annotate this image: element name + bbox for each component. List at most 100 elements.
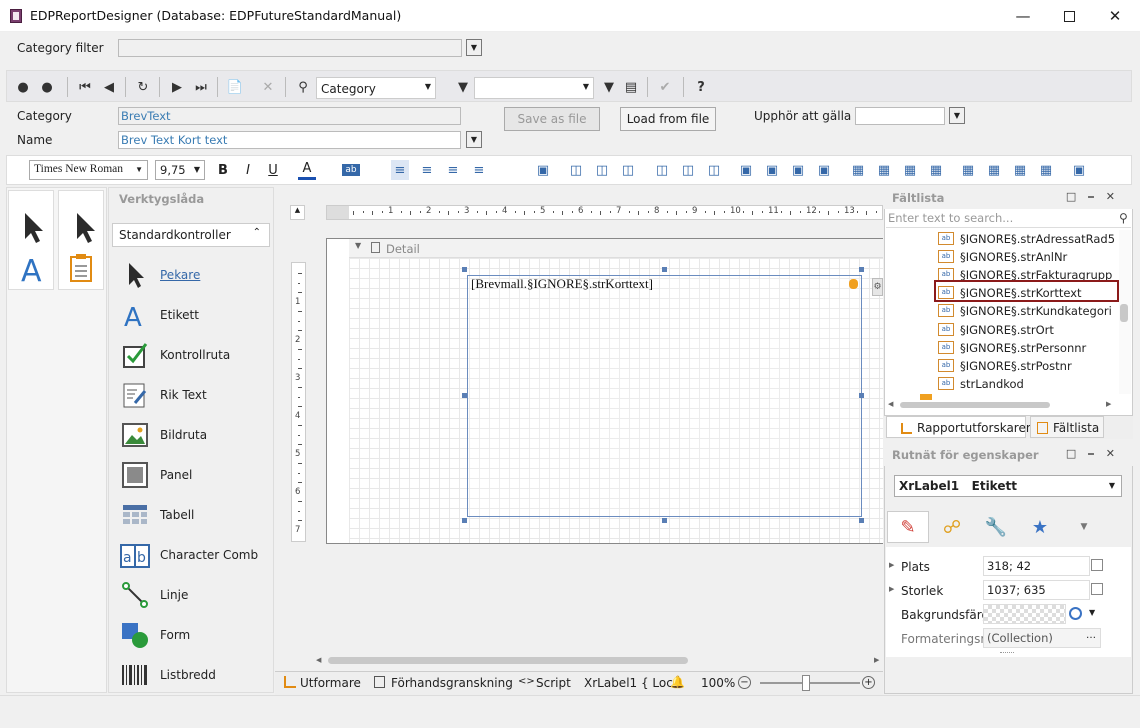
more-tabs-icon[interactable]: ▼ [1063, 511, 1105, 543]
expand-icon[interactable]: ▶ [889, 561, 894, 569]
selected-control-combo[interactable]: XrLabel1 Etikett ▼ [894, 475, 1122, 497]
resize-handle[interactable] [662, 267, 667, 272]
resize-handle[interactable] [859, 518, 864, 523]
property-row[interactable]: ▶ Plats 318; 42 [886, 555, 1131, 579]
chevron-down-icon[interactable]: ▼ [1089, 608, 1095, 617]
align-middles-icon[interactable]: ◫ [679, 160, 697, 180]
toolbox-group-header[interactable]: Standardkontroller ⌃ [112, 223, 270, 247]
last-record-icon[interactable]: ⏭ [191, 77, 211, 97]
edit-check-icon[interactable]: ✔ [655, 77, 675, 97]
category-field[interactable]: BrevText [118, 107, 461, 125]
field-list-item[interactable]: ab §IGNORE§.strAdressatRad5 [938, 230, 1118, 248]
toolbox-item-table[interactable]: Tabell [120, 500, 270, 540]
panel-controls-icon[interactable]: □⎯✕ [1066, 447, 1127, 461]
field-list-item[interactable]: ab §IGNORE§.strAnlNr [938, 248, 1118, 266]
category-filter-input[interactable] [118, 39, 462, 57]
toolbox-item-barcode[interactable]: Listbredd [120, 660, 270, 700]
scroll-right-icon[interactable]: ▶ [1106, 400, 1111, 408]
resize-handle[interactable] [859, 267, 864, 272]
load-from-file-button[interactable]: Load from file [620, 107, 716, 131]
align-right-icon[interactable]: ≡ [444, 160, 462, 180]
help-icon[interactable]: ? [691, 77, 711, 97]
field-list-item[interactable]: ab strLandkod [938, 375, 1118, 393]
ellipsis-button[interactable] [1091, 583, 1103, 595]
property-value[interactable] [983, 604, 1066, 624]
toolbox-item-label[interactable]: A Etikett [120, 300, 270, 340]
hspace-remove-icon[interactable]: ▦ [927, 160, 945, 180]
vspace-dec-icon[interactable]: ▦ [1011, 160, 1029, 180]
db-save-icon[interactable]: ● [37, 77, 57, 97]
zoom-out-icon[interactable]: − [738, 676, 751, 689]
toolbox-item-line[interactable]: Linje [120, 580, 270, 620]
tab-report-explorer[interactable]: Rapportutforskaren [886, 416, 1033, 438]
delete-icon[interactable]: ✕ [258, 77, 278, 97]
toolbox-item-panel[interactable]: Panel [120, 460, 270, 500]
property-value[interactable]: (Collection) [983, 628, 1101, 648]
toolbox-item-character-comb[interactable]: a b Character Comb [120, 540, 270, 580]
resize-handle[interactable] [462, 267, 467, 272]
chevron-down-icon[interactable]: ▼ [466, 131, 482, 148]
property-value[interactable]: 1037; 635 [983, 580, 1090, 600]
color-picker-icon[interactable] [1069, 607, 1082, 620]
smart-tag-icon[interactable]: ⚙ [872, 278, 883, 296]
toolbox-item-checkbox[interactable]: Kontrollruta [120, 340, 270, 380]
close-button[interactable]: ✕ [1092, 0, 1138, 32]
bold-button[interactable]: B [214, 160, 232, 180]
ellipsis-button[interactable] [1091, 559, 1103, 571]
resize-grip[interactable] [1000, 652, 1014, 654]
first-record-icon[interactable]: ⏮ [75, 77, 95, 97]
db-icon[interactable]: ● [13, 77, 33, 97]
italic-button[interactable]: I [239, 160, 257, 180]
print-icon[interactable]: ▤ [621, 77, 641, 97]
panel-controls-icon[interactable]: □⎯✕ [1066, 190, 1127, 204]
tab-preview[interactable]: Förhandsgranskning [391, 676, 513, 690]
detail-band-header[interactable]: ▼ Detail [349, 239, 883, 258]
field-list-item[interactable]: ab §IGNORE§.strOrt [938, 321, 1118, 339]
font-color-icon[interactable]: A [298, 160, 316, 180]
hspace-dec-icon[interactable]: ▦ [901, 160, 919, 180]
field-list-item[interactable]: ab §IGNORE§.strKundkategori [938, 302, 1118, 320]
tab-field-list[interactable]: Fältlista [1030, 416, 1104, 438]
appearance-tab-icon[interactable]: ✎ [887, 511, 929, 543]
align-to-grid-icon[interactable]: ▣ [534, 160, 552, 180]
refresh-icon[interactable]: ↻ [133, 77, 153, 97]
toolbox-item-shape[interactable]: Form [120, 620, 270, 660]
save-as-file-button[interactable]: Save as file [504, 107, 600, 131]
align-centers-icon[interactable]: ◫ [593, 160, 611, 180]
field-list-hscroll[interactable] [900, 402, 1050, 408]
toolbox-item-richtext[interactable]: Rik Text [120, 380, 270, 420]
vspace-equal-icon[interactable]: ▦ [959, 160, 977, 180]
same-size-icon[interactable]: ▣ [815, 160, 833, 180]
underline-button[interactable]: U [264, 160, 282, 180]
horizontal-scrollbar[interactable] [328, 657, 688, 664]
zoom-slider[interactable] [760, 682, 860, 684]
resize-handle[interactable] [462, 518, 467, 523]
collapse-icon[interactable]: ▼ [355, 241, 361, 250]
center-horizontally-icon[interactable]: ▣ [1070, 160, 1088, 180]
next-record-icon[interactable]: ▶ [167, 77, 187, 97]
toolbox-tile-report[interactable] [58, 190, 104, 290]
notification-bell-icon[interactable]: 🔔 [670, 675, 685, 689]
ellipsis-icon[interactable]: … [1086, 630, 1096, 641]
filter-icon[interactable]: ▼ [453, 77, 473, 97]
size-to-grid-icon[interactable]: ▣ [789, 160, 807, 180]
field-list-scrollbar[interactable] [1119, 230, 1131, 394]
scroll-left-icon[interactable]: ◀ [316, 656, 321, 664]
align-center-icon[interactable]: ≡ [418, 160, 436, 180]
justify-icon[interactable]: ≡ [470, 160, 488, 180]
favorites-tab-icon[interactable]: ★ [1019, 511, 1061, 543]
same-width-icon[interactable]: ▣ [737, 160, 755, 180]
hspace-inc-icon[interactable]: ▦ [875, 160, 893, 180]
resize-handle[interactable] [859, 393, 864, 398]
filter-combo[interactable]: ▼ [474, 77, 594, 99]
property-row[interactable]: Formateringsr... (Collection)… [886, 627, 1131, 651]
scroll-right-icon[interactable]: ▶ [874, 656, 879, 664]
scroll-left-icon[interactable]: ◀ [888, 400, 893, 408]
font-combo[interactable]: Times New Roman ▼ [29, 160, 148, 180]
vspace-remove-icon[interactable]: ▦ [1037, 160, 1055, 180]
toolbox-item-picture[interactable]: Bildruta [120, 420, 270, 460]
property-row[interactable]: ▶ Storlek 1037; 635 [886, 579, 1131, 603]
align-left-icon[interactable]: ≡ [391, 160, 409, 180]
toolbox-item-pointer[interactable]: Pekare [120, 260, 270, 300]
search-icon[interactable]: ⚲ [293, 77, 313, 97]
